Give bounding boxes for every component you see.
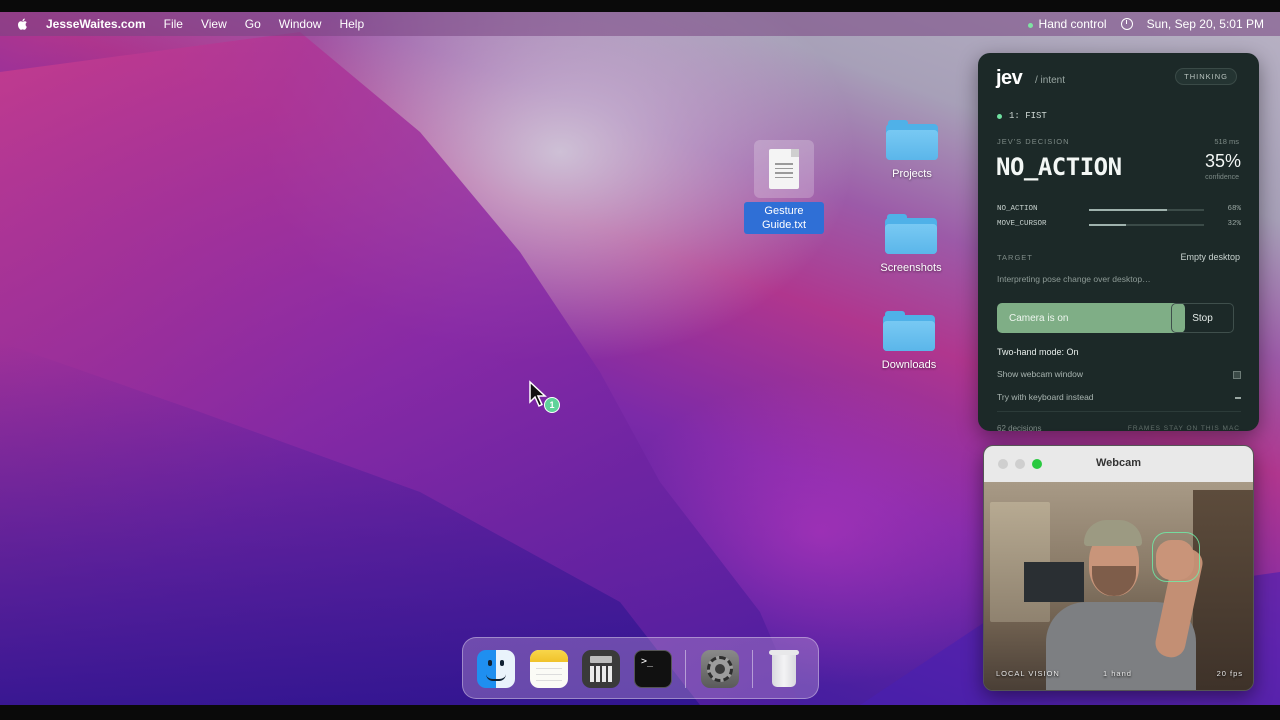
interpretation-text: Interpreting pose change over desktop… xyxy=(997,274,1151,284)
candidate-value: 68% xyxy=(1227,205,1241,213)
show-webcam-label: Show webcam window xyxy=(997,369,1083,379)
jev-logo: jev xyxy=(996,67,1023,89)
person-cap xyxy=(1084,520,1142,546)
candidate-label: MOVE_CURSOR xyxy=(997,220,1047,228)
status-dot-icon xyxy=(1027,23,1033,28)
menu-file[interactable]: File xyxy=(164,17,183,31)
background-monitor xyxy=(1024,562,1084,602)
notes-icon[interactable] xyxy=(530,650,568,688)
candidate-bar xyxy=(1089,224,1126,226)
candidate-bar xyxy=(1089,209,1168,211)
dock-divider xyxy=(685,650,686,688)
webcam-titlebar[interactable]: Webcam xyxy=(984,446,1253,482)
minus-icon[interactable] xyxy=(1235,397,1241,399)
folder-icon xyxy=(885,214,937,254)
folder-icon xyxy=(883,311,935,351)
candidate-track xyxy=(1089,209,1204,211)
folder-label: Downloads xyxy=(881,359,937,371)
folder-icon xyxy=(886,120,938,160)
folder-label: Projects xyxy=(892,168,932,180)
hud-hand-count: 1 hand xyxy=(1103,669,1132,678)
confidence-value: 35% xyxy=(1204,151,1241,171)
menu-clock[interactable]: Sun, Sep 20, 5:01 PM xyxy=(1147,17,1264,31)
text-file-icon xyxy=(769,149,799,189)
decision-value: NO_ACTION xyxy=(996,153,1122,181)
hand-control-label: Hand control xyxy=(1038,17,1107,31)
cursor-hand-badge: 1 xyxy=(544,397,560,413)
calculator-icon[interactable] xyxy=(582,650,620,688)
candidate-track xyxy=(1089,224,1204,226)
menu-view[interactable]: View xyxy=(201,17,227,31)
candidate-value: 32% xyxy=(1227,220,1241,228)
desktop-folder-downloads[interactable]: Downloads xyxy=(864,311,954,371)
panel-divider xyxy=(997,411,1241,412)
target-label: TARGET xyxy=(997,253,1033,262)
file-icon-highlight xyxy=(754,140,814,198)
gesture-indicator: 1: FIST xyxy=(997,111,1047,121)
app-name-menu[interactable]: JesseWaites.com xyxy=(46,17,146,31)
show-webcam-option[interactable]: Show webcam window xyxy=(997,369,1241,379)
menu-bar: JesseWaites.com File View Go Window Help… xyxy=(0,12,1280,36)
desktop-folder-screenshots[interactable]: Screenshots xyxy=(866,214,956,274)
folder-label: Screenshots xyxy=(880,262,942,274)
hand-control-status[interactable]: Hand control xyxy=(1027,17,1107,31)
system-settings-icon[interactable] xyxy=(701,650,739,688)
terminal-icon[interactable]: >_ xyxy=(634,650,672,688)
hand-tracking-overlay xyxy=(1152,532,1200,582)
confidence-label: confidence xyxy=(1205,174,1239,181)
apple-icon[interactable] xyxy=(16,17,30,31)
latency-value: 518 ms xyxy=(1214,137,1239,146)
desktop[interactable]: JesseWaites.com File View Go Window Help… xyxy=(0,12,1280,705)
keyboard-option-label: Try with keyboard instead xyxy=(997,392,1094,402)
target-value: Empty desktop xyxy=(1180,252,1240,262)
hud-local-vision: LOCAL VISION xyxy=(996,669,1060,678)
menu-help[interactable]: Help xyxy=(339,17,364,31)
decisions-count: 62 decisions xyxy=(997,424,1042,433)
hud-fps: 20 fps xyxy=(1216,669,1243,678)
menu-go[interactable]: Go xyxy=(245,17,261,31)
camera-toggle-button[interactable]: Camera is on xyxy=(997,303,1185,333)
desktop-file-gesture-guide[interactable]: Gesture Guide.txt xyxy=(744,140,824,234)
show-webcam-checkbox[interactable] xyxy=(1233,371,1241,379)
file-label: Gesture Guide.txt xyxy=(744,202,824,234)
webcam-feed: LOCAL VISION 1 hand 20 fps xyxy=(984,482,1253,690)
dock-divider xyxy=(752,650,753,688)
background-shelf xyxy=(1193,490,1253,690)
privacy-footer: FRAMES STAY ON THIS MAC xyxy=(1127,425,1240,432)
finder-icon[interactable] xyxy=(477,650,515,688)
clock-icon[interactable] xyxy=(1120,18,1133,30)
trash-icon[interactable] xyxy=(769,648,799,688)
panel-subtitle: / intent xyxy=(1035,75,1066,86)
webcam-window[interactable]: Webcam LOCAL VISION 1 hand 20 fps xyxy=(983,445,1254,691)
decision-section-label: JEV'S DECISION xyxy=(997,137,1070,146)
stop-button[interactable]: Stop xyxy=(1171,303,1234,333)
status-badge: THINKING xyxy=(1175,68,1237,85)
dock: >_ xyxy=(462,637,819,699)
desktop-folder-projects[interactable]: Projects xyxy=(867,120,957,180)
jev-intent-panel: jev / intent THINKING 1: FIST JEV'S DECI… xyxy=(978,53,1259,433)
keyboard-option[interactable]: Try with keyboard instead xyxy=(997,392,1241,402)
webcam-title: Webcam xyxy=(1095,457,1142,469)
gesture-label: 1: FIST xyxy=(1009,111,1047,121)
menu-window[interactable]: Window xyxy=(279,17,322,31)
gesture-dot-icon xyxy=(997,113,1002,119)
candidate-label: NO_ACTION xyxy=(997,205,1038,213)
two-hand-mode-toggle[interactable]: Two-hand mode: On xyxy=(997,347,1079,357)
